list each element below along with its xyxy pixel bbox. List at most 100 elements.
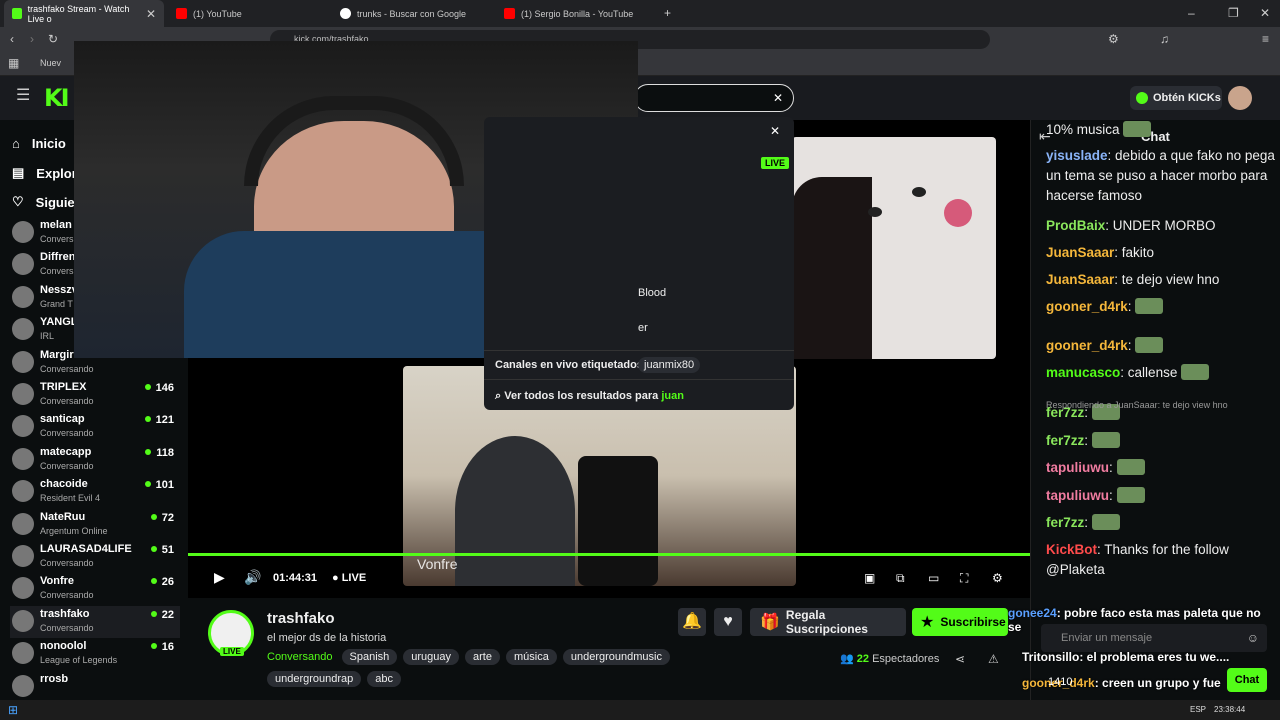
chat-username[interactable]: tapuliuwu [1046,488,1109,503]
tag-pill[interactable]: abc [367,671,402,687]
divider [484,379,794,380]
window-close-icon[interactable]: ✕ [1260,7,1270,19]
chat-username[interactable]: gooner_d4rk [1046,299,1128,314]
subscribe-button[interactable]: ★ Suscribirse [912,608,1008,636]
kick-logo[interactable]: KI [44,84,69,112]
bookmark-folder[interactable]: Nuev [40,58,61,68]
chat-username[interactable]: fer7zz [1046,515,1084,530]
extensions-icon[interactable]: ⚙ [1108,33,1119,45]
nav-home-label: Inicio [31,136,66,151]
chat-username[interactable]: gooner_d4rk [1046,338,1128,353]
menu-icon[interactable]: ≡ [1262,33,1269,45]
sidebar-channel[interactable]: chacoide Resident Evil 4 101 [10,476,180,508]
nav-explore[interactable]: ▤ Explor [12,165,77,181]
channel-name: Nesszv [40,283,78,296]
close-dropdown-icon[interactable]: ✕ [770,125,780,137]
language-indicator[interactable]: ESP [1190,705,1206,714]
channel-avatar [12,415,34,438]
gift-subs-button[interactable]: 🎁 Regala Suscripciones [750,608,906,636]
viewer-count: 👥 22 Espectadores [840,652,939,665]
all-results-link[interactable]: ⌕ Ver todos los resultados para juan [495,390,684,403]
volume-icon[interactable]: 🔊 [244,570,261,584]
channel-category: Conversando [40,396,94,406]
music-icon[interactable]: ♫ [1160,33,1169,45]
sidebar-channel[interactable]: NateRuu Argentum Online 72 [10,509,180,541]
forward-icon[interactable]: › [30,33,34,45]
apps-icon[interactable]: ▦ [8,57,19,69]
user-avatar[interactable] [1228,86,1252,110]
tag-pill[interactable]: undergroundrap [267,671,362,687]
streamer-name[interactable]: trashfako [267,610,335,627]
chat-username[interactable]: tapuliuwu [1046,460,1109,475]
chat-username[interactable]: yisuslade [1046,148,1108,163]
fullscreen-icon[interactable]: ⛶ [960,572,968,584]
youtube-favicon-icon [176,8,187,19]
chat-username[interactable]: JuanSaaar [1046,272,1114,287]
theater-icon[interactable]: ▭ [928,572,939,584]
tag-pill[interactable]: Spanish [341,649,398,665]
back-icon[interactable]: ‹ [10,33,14,45]
chat-username[interactable]: JuanSaaar [1046,245,1114,260]
pip-icon[interactable]: ▣ [864,572,875,584]
search-input[interactable]: ✕ [634,84,794,112]
start-icon[interactable]: ⊞ [8,704,18,716]
reload-icon[interactable]: ↻ [48,33,58,45]
tab-kick[interactable]: trashfako Stream - Watch Live o ✕ [4,0,164,27]
chat-message: JuanSaaar: fakito [1046,243,1276,263]
tagged-channel-chip[interactable]: juanmix80 [638,357,701,373]
channel-name: LAURASAD4LIFE [40,543,132,555]
new-tab-icon[interactable]: + [664,7,671,19]
channel-avatar [12,609,34,632]
search-query: juan [661,390,684,402]
chat-username[interactable]: ProdBaix [1046,218,1105,233]
tag-pill[interactable]: uruguay [403,649,460,665]
restore-icon[interactable]: ❐ [1228,7,1239,19]
channel-viewers: 22 [151,609,174,621]
clip-icon[interactable]: ⧉ [896,572,905,584]
notification-button[interactable]: 🔔 [678,608,706,636]
sidebar-channel[interactable]: nonoolol League of Legends 16 [10,638,180,670]
sidebar-channel[interactable]: rrosb [10,671,180,703]
sidebar-channel[interactable]: trashfako Conversando 22 [10,605,180,638]
follow-button[interactable]: ♥ [714,608,742,636]
report-icon[interactable]: ⚠ [988,653,999,665]
clock[interactable]: 23:38:44 [1214,705,1245,714]
progress-bar[interactable] [188,553,1030,556]
category-link[interactable]: Conversando [267,651,332,663]
settings-gear-icon[interactable]: ⚙ [992,572,1003,584]
minimize-icon[interactable]: – [1188,7,1195,19]
hamburger-icon[interactable]: ☰ [16,88,30,104]
emote-image [1091,432,1120,448]
tag-pill[interactable]: arte [465,649,500,665]
close-icon[interactable]: ✕ [146,8,156,20]
nav-home[interactable]: ⌂ Inicio [12,136,66,151]
search-result-name[interactable]: er [638,322,648,334]
get-kicks-button[interactable]: Obtén KICKs [1130,86,1222,110]
sidebar-channel[interactable]: Vonfre Conversando 26 [10,573,180,605]
tab-youtube-2[interactable]: (1) Sergio Bonilla - YouTube [496,0,656,27]
nav-following[interactable]: ♡ Siguie [12,194,75,210]
chat-text: : [1084,515,1089,530]
heart-icon: ♡ [12,194,24,209]
chat-username[interactable]: manucasco [1046,365,1120,380]
channel-category: IRL [40,331,55,342]
sidebar-channel[interactable]: LAURASAD4LIFE Conversando 51 [10,541,180,573]
search-result-name[interactable]: Blood [638,287,666,299]
channel-category: League of Legends [40,655,118,666]
tab-google[interactable]: trunks - Buscar con Google [332,0,492,27]
share-icon[interactable]: ⋖ [955,653,965,665]
channel-category: Conversando [40,622,94,633]
chat-username[interactable]: fer7zz [1046,433,1084,448]
tag-pill[interactable]: undergroundmusic [562,649,670,665]
play-icon[interactable]: ▶ [214,570,225,584]
tab-youtube[interactable]: (1) YouTube [168,0,328,27]
sidebar-channel[interactable]: matecapp Conversando 118 [10,444,180,476]
emote-image [1181,364,1210,380]
tag-pill[interactable]: música [506,649,557,665]
sidebar-channel[interactable]: santicap Conversando 121 [10,411,180,443]
sidebar-channel[interactable]: TRIPLEX Conversando 146 [10,379,180,411]
clear-search-icon[interactable]: ✕ [773,92,783,104]
chat-text: : te dejo view hno [1114,272,1220,287]
chat-username[interactable]: KickBot [1046,542,1097,557]
google-favicon-icon [340,8,351,19]
